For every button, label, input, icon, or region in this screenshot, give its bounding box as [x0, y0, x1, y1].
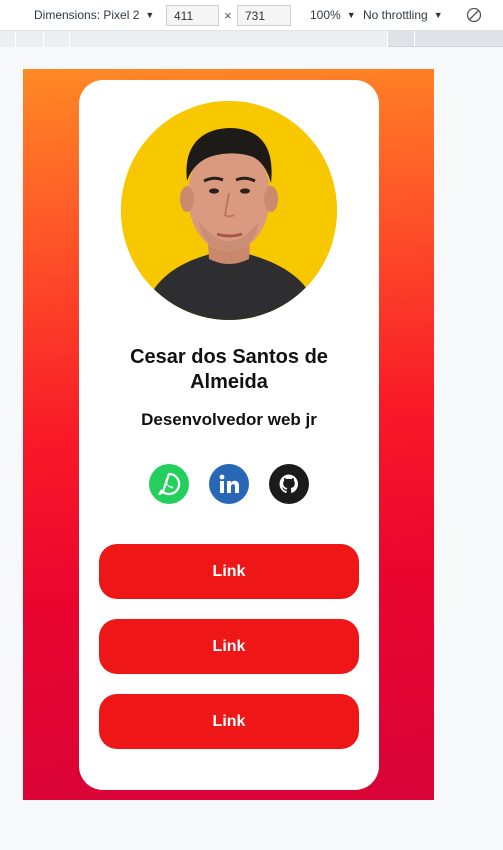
profile-name: Cesar dos Santos de Almeida [130, 346, 328, 393]
dimensions-dropdown[interactable]: Dimensions: Pixel 2 ▼ [34, 8, 154, 22]
zoom-label: 100% [310, 8, 341, 22]
chevron-down-icon: ▼ [346, 10, 356, 20]
profile-photo [121, 101, 337, 320]
whatsapp-button[interactable] [149, 464, 189, 504]
device-viewport: Cesar dos Santos de Almeida Desenvolvedo… [23, 69, 434, 800]
github-icon [279, 474, 299, 493]
github-button[interactable] [269, 464, 309, 504]
link-button-3[interactable]: Link [99, 694, 359, 749]
chevron-down-icon: ▼ [433, 10, 443, 20]
profile-card: Cesar dos Santos de Almeida Desenvolvedo… [79, 80, 379, 790]
chevron-down-icon: ▼ [145, 10, 155, 20]
height-input[interactable]: 731 [237, 5, 291, 26]
zoom-dropdown[interactable]: 100% ▼ [310, 8, 356, 22]
rotate-icon[interactable] [466, 7, 482, 23]
link-button-2[interactable]: Link [99, 619, 359, 674]
device-toolbar: Dimensions: Pixel 2 ▼ 411 × 731 100% ▼ N… [0, 0, 503, 31]
throttling-dropdown[interactable]: No throttling ▼ [363, 8, 443, 22]
profile-role: Desenvolvedor web jr [141, 410, 317, 429]
media-query-ruler [0, 31, 503, 47]
social-links [79, 464, 379, 504]
linkedin-button[interactable] [209, 464, 249, 504]
width-input[interactable]: 411 [166, 5, 219, 26]
dimensions-label: Dimensions: Pixel 2 [34, 8, 140, 22]
avatar [121, 101, 337, 320]
whatsapp-icon [158, 472, 181, 496]
link-button-1[interactable]: Link [99, 544, 359, 599]
times-separator: × [224, 8, 232, 23]
linkedin-icon [219, 474, 239, 493]
throttling-label: No throttling [363, 8, 428, 22]
